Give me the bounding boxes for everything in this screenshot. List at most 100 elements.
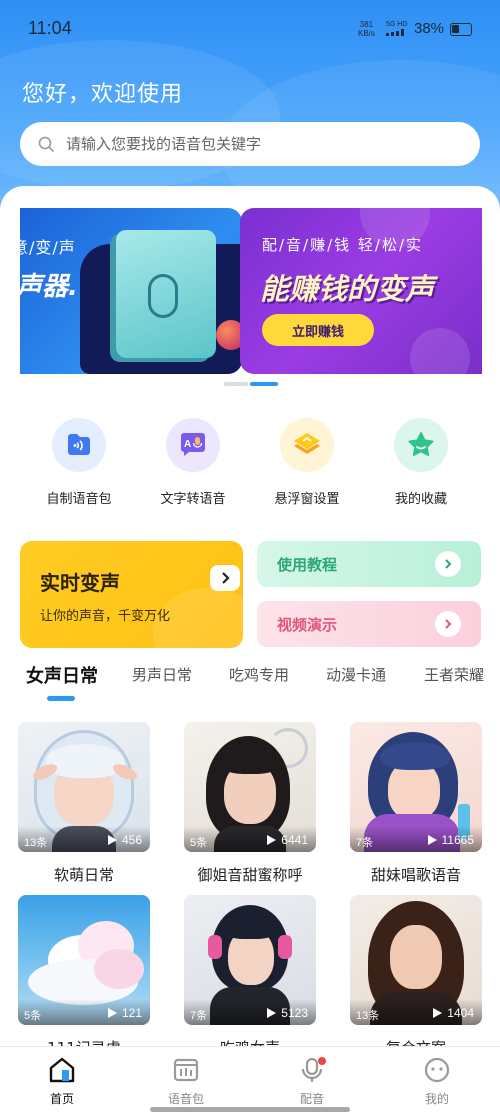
chevron-right-icon: [435, 551, 461, 577]
carousel-dot[interactable]: [224, 382, 248, 386]
feature-label: 自制语音包: [46, 492, 112, 507]
chevron-right-icon: [210, 565, 240, 591]
voice-pack-name: 软萌日常: [53, 866, 114, 884]
play-count-value: 6441: [281, 833, 308, 847]
network-speed: 381 KB/s: [358, 20, 375, 38]
status-bar: 11:04 381 KB/s 5G HD 38%: [0, 0, 500, 58]
banner-tagline: 意/变/声: [20, 238, 76, 257]
clip-count: 13条: [356, 1010, 380, 1022]
voice-pack-card[interactable]: 5条 121 111记录虎: [18, 895, 150, 1058]
tab-anime[interactable]: 动漫卡通: [326, 664, 386, 685]
carousel-indicator: [224, 382, 278, 386]
voice-pack-card[interactable]: 7条 5123 吃鸡女声: [184, 895, 316, 1058]
play-icon: [427, 835, 437, 845]
feature-label: 悬浮窗设置: [274, 492, 340, 507]
tab-male-daily[interactable]: 男声日常: [132, 664, 192, 685]
favorite-star-icon: [408, 432, 434, 456]
voice-pack-meta: 5条 6441: [184, 826, 316, 852]
nav-home[interactable]: 首页: [22, 1047, 102, 1115]
banner-headline: 声器.: [20, 272, 78, 302]
floating-window-icon: [294, 433, 320, 454]
nav-profile[interactable]: 我的: [397, 1047, 477, 1115]
greeting-title: 您好，欢迎使用: [22, 82, 184, 107]
voice-pack-thumbnail: 7条 5123: [184, 895, 316, 1025]
voice-pack-card[interactable]: 5条 6441 御姐音甜蜜称呼: [184, 722, 316, 885]
card-title: 使用教程: [277, 556, 338, 574]
feature-label: 文字转语音: [160, 492, 226, 507]
banner-headline: 能赚钱的变声: [260, 272, 435, 306]
play-count-value: 1404: [447, 1006, 474, 1020]
play-icon: [107, 835, 117, 845]
card-title: 视频演示: [277, 616, 338, 634]
search-input[interactable]: [66, 135, 446, 153]
play-count: 1404: [433, 1006, 474, 1020]
search-bar[interactable]: [20, 122, 480, 166]
svg-text:A: A: [184, 439, 191, 450]
play-count-value: 121: [121, 1006, 142, 1020]
feature-my-favorites[interactable]: 我的收藏: [364, 418, 478, 510]
card-subtitle: 让你的声音，千变万化: [40, 609, 171, 624]
home-indicator[interactable]: [150, 1107, 350, 1112]
voice-pack-meta: 7条 11665: [350, 826, 482, 852]
voice-pack-meta: 13条 456: [18, 826, 150, 852]
clip-count: 5条: [24, 1010, 42, 1022]
nav-label: 配音: [299, 1092, 324, 1106]
microphone-icon: [297, 1056, 327, 1084]
play-count-value: 5123: [281, 1006, 308, 1020]
voice-pack-thumbnail: 7条 11665: [350, 722, 482, 852]
battery-percent: 38%: [414, 20, 445, 37]
voice-pack-name: 御姐音甜蜜称呼: [197, 866, 303, 884]
nav-voice-pack[interactable]: 语音包: [146, 1047, 226, 1115]
tab-female-daily[interactable]: 女声日常: [26, 662, 98, 688]
feature-floating-window[interactable]: 悬浮窗设置: [250, 418, 364, 510]
status-time: 11:04: [28, 18, 72, 38]
tab-pubg[interactable]: 吃鸡专用: [229, 664, 289, 685]
play-icon: [267, 835, 277, 845]
play-icon: [433, 1008, 443, 1018]
voice-pack-thumbnail: 13条 456: [18, 722, 150, 852]
chevron-right-icon: [435, 611, 461, 637]
feature-custom-voice-pack[interactable]: 自制语音包: [22, 418, 136, 510]
microphone-icon: [148, 274, 178, 318]
voice-pack-card[interactable]: 13条 456 软萌日常: [18, 722, 150, 885]
battery-icon: [450, 23, 472, 36]
play-count: 11665: [427, 833, 474, 847]
play-count: 121: [107, 1006, 142, 1020]
banner-voice-changer[interactable]: 意/变/声 声器.: [20, 208, 242, 374]
feature-icon-bg: [394, 418, 448, 472]
earn-now-button[interactable]: 立即赚钱: [262, 314, 374, 346]
clip-count: 7条: [190, 1010, 208, 1022]
realtime-voice-change-card[interactable]: 实时变声 让你的声音，千变万化: [20, 541, 243, 648]
voice-pack-card[interactable]: 7条 11665 甜妹唱歌语音: [350, 722, 482, 885]
tab-honor-of-kings[interactable]: 王者荣耀: [424, 664, 484, 685]
category-tabs: 女声日常 男声日常 吃鸡专用 动漫卡通 王者荣耀: [0, 662, 500, 702]
voice-pack-meta: 7条 5123: [184, 999, 316, 1025]
play-count-value: 11665: [441, 833, 474, 847]
banner-decoration: [410, 328, 470, 374]
carousel-dot-active[interactable]: [250, 382, 278, 386]
nav-label: 我的: [424, 1092, 449, 1106]
voice-pack-thumbnail: 5条 6441: [184, 722, 316, 852]
clip-count: 5条: [190, 837, 208, 849]
video-demo-card[interactable]: 视频演示: [257, 601, 481, 647]
planet-art: [216, 320, 242, 350]
voice-pack-thumbnail: 5条 121: [18, 895, 150, 1025]
play-count: 6441: [267, 833, 308, 847]
signal-label: 5G HD: [386, 21, 408, 28]
banner-earn-money[interactable]: 配/音/赚/钱 轻/松/实 能赚钱的变声 立即赚钱: [240, 208, 482, 374]
voice-pack-card[interactable]: 13条 1404 复合文案: [350, 895, 482, 1058]
active-tab-indicator: [47, 696, 75, 701]
play-count: 456: [107, 833, 142, 847]
network-speed-unit: KB/s: [358, 29, 375, 38]
profile-icon: [422, 1056, 452, 1084]
voice-pack-icon: [171, 1056, 201, 1084]
card-title: 实时变声: [40, 571, 120, 595]
feature-text-to-speech[interactable]: A 文字转语音: [136, 418, 250, 510]
nav-label: 首页: [49, 1092, 74, 1106]
bottom-navigation: 首页 语音包 配音 我的: [0, 1046, 500, 1115]
text-to-speech-icon: A: [181, 433, 205, 456]
play-icon: [267, 1008, 277, 1018]
tutorial-card[interactable]: 使用教程: [257, 541, 481, 587]
nav-dubbing[interactable]: 配音: [272, 1047, 352, 1115]
home-icon: [47, 1056, 77, 1084]
